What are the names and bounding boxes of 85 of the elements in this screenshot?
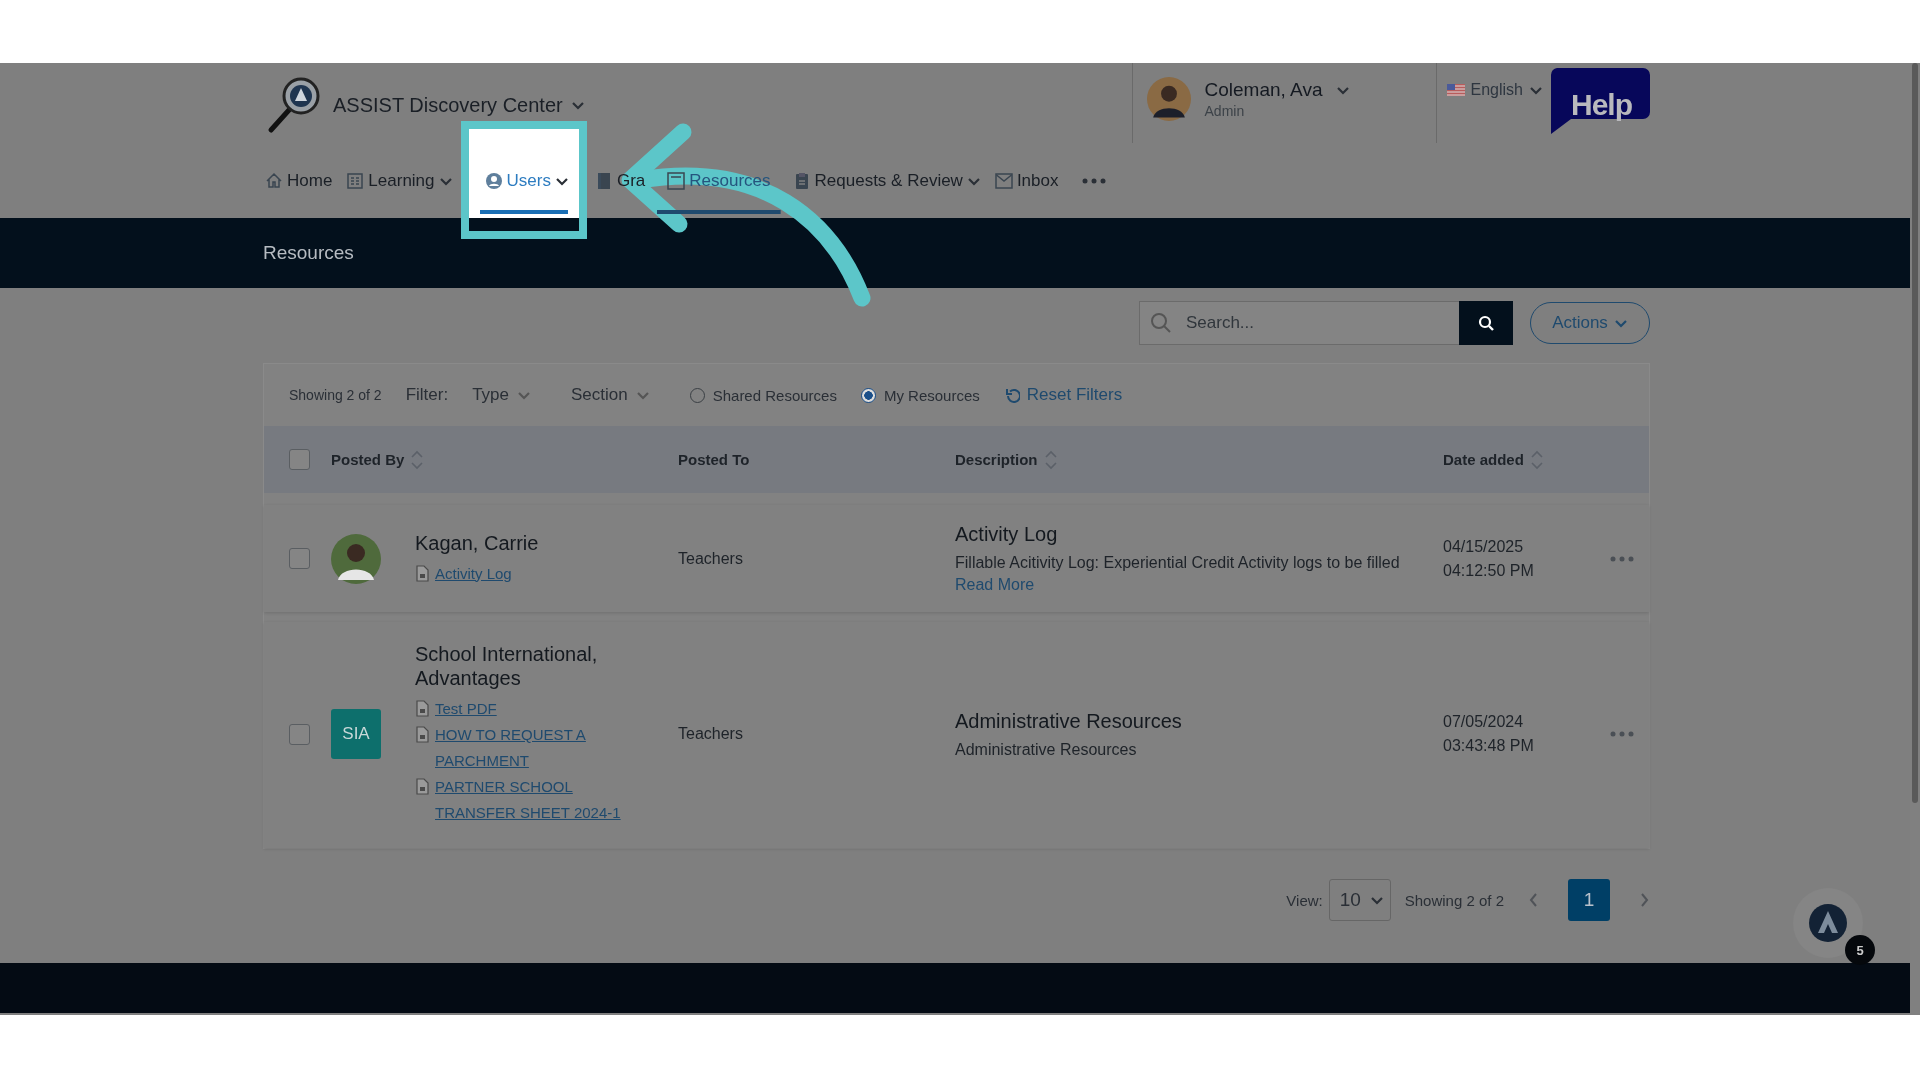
radio-label: My Resources bbox=[883, 386, 980, 404]
initials-avatar: SIA bbox=[331, 709, 381, 759]
previous-page-icon[interactable] bbox=[1528, 892, 1538, 908]
column-header: Description bbox=[955, 451, 1038, 468]
sort-icon[interactable] bbox=[1043, 449, 1058, 470]
file-icon bbox=[415, 726, 430, 743]
user-menu[interactable]: Coleman, Ava bbox=[1204, 79, 1351, 101]
page-title: Resources bbox=[263, 242, 354, 264]
more-icon[interactable] bbox=[1610, 555, 1634, 562]
attachment-link[interactable]: Activity Log bbox=[435, 560, 512, 587]
search-icon bbox=[1150, 312, 1172, 334]
caret-icon bbox=[1369, 894, 1384, 906]
nav-tab[interactable]: Learning bbox=[344, 143, 455, 218]
search-field[interactable]: Search... bbox=[1184, 303, 1444, 343]
caret-icon bbox=[570, 99, 585, 111]
nav-tab[interactable]: Home bbox=[263, 143, 335, 218]
home-icon bbox=[265, 171, 283, 190]
column-header: Posted By bbox=[331, 451, 405, 468]
sort-icon[interactable] bbox=[410, 449, 425, 470]
resource-description: Administrative Resources bbox=[955, 740, 1138, 759]
attachment-link[interactable]: PARTNER SCHOOL TRANSFER SHEET 2024-1 bbox=[435, 774, 650, 826]
attachment-link[interactable]: HOW TO REQUEST A PARCHMENT bbox=[435, 722, 650, 774]
resource-title: Activity Log bbox=[955, 523, 1059, 546]
sort-icon[interactable] bbox=[1529, 449, 1544, 470]
caret-icon bbox=[1529, 84, 1543, 96]
file-icon bbox=[415, 564, 430, 582]
date-text: 07/05/2024 bbox=[1443, 712, 1525, 732]
next-page-icon[interactable] bbox=[1640, 892, 1650, 908]
reset-filters-button[interactable]: Reset Filters bbox=[1003, 385, 1123, 405]
nav-tab[interactable]: Inbox bbox=[992, 143, 1061, 218]
date-text: 04/15/2025 bbox=[1443, 536, 1525, 557]
attachment-link[interactable]: Test PDF bbox=[435, 696, 497, 722]
search-box[interactable]: Search... bbox=[1139, 301, 1459, 345]
document-icon bbox=[667, 171, 686, 190]
view-label: View: bbox=[1286, 891, 1323, 909]
app-title-menu[interactable]: ASSIST Discovery Center bbox=[333, 93, 585, 117]
avatar bbox=[331, 533, 381, 584]
caret-icon bbox=[1336, 84, 1351, 96]
user-icon bbox=[484, 171, 503, 190]
radio-button[interactable] bbox=[860, 387, 876, 403]
scrollbar-thumb[interactable] bbox=[1912, 63, 1918, 803]
column-header: Posted To bbox=[678, 451, 750, 468]
checkbox[interactable] bbox=[289, 548, 310, 569]
caret-icon bbox=[635, 389, 650, 401]
file-icon bbox=[415, 778, 430, 795]
flag-icon bbox=[1446, 84, 1465, 96]
page-button[interactable]: 1 bbox=[1568, 879, 1610, 921]
time-text: 04:12:50 PM bbox=[1443, 560, 1535, 581]
read-more-link[interactable]: Read More bbox=[955, 576, 1035, 594]
page-count: Showing 2 of 2 bbox=[1404, 891, 1504, 909]
more-icon[interactable] bbox=[1082, 176, 1107, 185]
notification-badge: 5 bbox=[1845, 935, 1875, 965]
nav-tab[interactable]: Requests & Review bbox=[790, 143, 983, 218]
logo-icon bbox=[1808, 903, 1848, 943]
filter-dropdown[interactable]: Type bbox=[472, 385, 531, 405]
language-select[interactable]: English bbox=[1446, 81, 1543, 99]
result-count: Showing 2 of 2 bbox=[289, 387, 382, 403]
refresh-icon bbox=[1003, 387, 1020, 403]
file-icon bbox=[415, 700, 430, 717]
nav-tab[interactable]: Gra bbox=[592, 143, 648, 218]
filter-label: Filter: bbox=[405, 385, 449, 405]
nav-tab[interactable]: Users bbox=[468, 129, 579, 218]
resource-description: Fillable Acitivity Log: Experiential Credit Activity logs to be filled bbox=[955, 554, 1401, 572]
poster-name: School International, Advantages bbox=[415, 642, 599, 690]
user-role: Admin bbox=[1204, 103, 1246, 119]
grid-icon bbox=[346, 171, 365, 190]
resource-title: Administrative Resources bbox=[955, 709, 1183, 733]
poster-name: Kagan, Carrie bbox=[415, 530, 540, 555]
time-text: 03:43:48 PM bbox=[1443, 736, 1535, 756]
search-button[interactable] bbox=[1459, 301, 1513, 345]
table-cell-text: Teachers bbox=[678, 549, 744, 568]
checkbox[interactable] bbox=[289, 449, 310, 470]
checkbox[interactable] bbox=[289, 723, 310, 745]
caret-icon bbox=[517, 389, 531, 401]
radio-label: Shared Resources bbox=[712, 386, 837, 404]
table-cell-text: Teachers bbox=[678, 725, 744, 743]
mail-icon bbox=[994, 171, 1013, 190]
more-icon[interactable] bbox=[1610, 731, 1634, 737]
caret-icon bbox=[1613, 317, 1628, 329]
search-icon bbox=[1478, 315, 1494, 331]
filter-dropdown[interactable]: Section bbox=[571, 385, 650, 405]
avatar bbox=[1146, 77, 1191, 121]
help-button[interactable]: Help bbox=[1549, 68, 1650, 134]
column-header: Date added bbox=[1443, 451, 1524, 468]
page-size-select[interactable]: 10 bbox=[1328, 879, 1391, 921]
